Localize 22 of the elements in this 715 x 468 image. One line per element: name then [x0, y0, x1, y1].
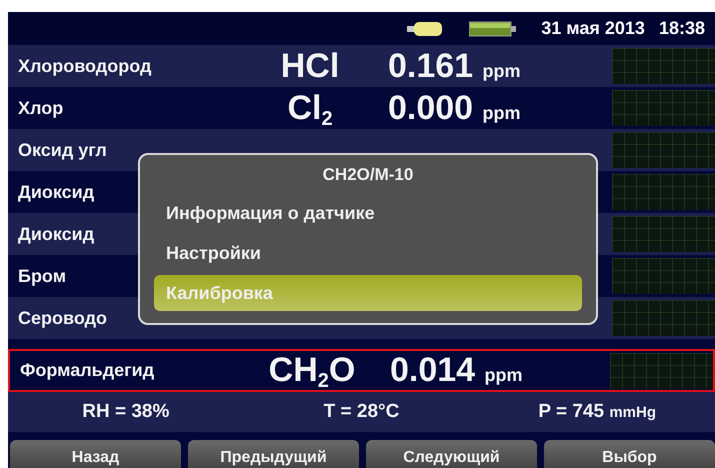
- date-label: 31 мая 2013: [541, 18, 645, 39]
- unit-label: ppm: [482, 102, 521, 122]
- gas-name: Хлор: [17, 98, 64, 118]
- gas-formula: Cl$_{2}$: [286, 88, 334, 128]
- gas-name: Диоксид: [17, 224, 96, 244]
- gas-name: Хлороводород: [17, 56, 152, 76]
- gas-reading: 0.161: [388, 46, 474, 84]
- gas-name: Формальдегид: [19, 360, 156, 381]
- gas-formula: CH$_{2}$O: [268, 351, 356, 390]
- gas-name: Оксид угл: [17, 140, 108, 160]
- gas-reading: 0.014: [390, 351, 476, 389]
- ambient-reading: RH = 38%: [81, 401, 170, 423]
- gas-formula: HCl: [280, 46, 340, 86]
- unit-label: ppm: [484, 365, 523, 385]
- gas-name: Бром: [17, 266, 68, 286]
- ambient-reading: P = 745 mmHg: [537, 401, 657, 423]
- ambient-reading: T = 28°C: [322, 401, 400, 423]
- time-label: 18:38: [658, 18, 705, 39]
- gas-reading: 0.000: [388, 88, 474, 126]
- unit-label: ppm: [482, 60, 521, 80]
- gas-name: Диоксид: [17, 182, 96, 202]
- gas-name: Сероводо: [17, 308, 108, 328]
